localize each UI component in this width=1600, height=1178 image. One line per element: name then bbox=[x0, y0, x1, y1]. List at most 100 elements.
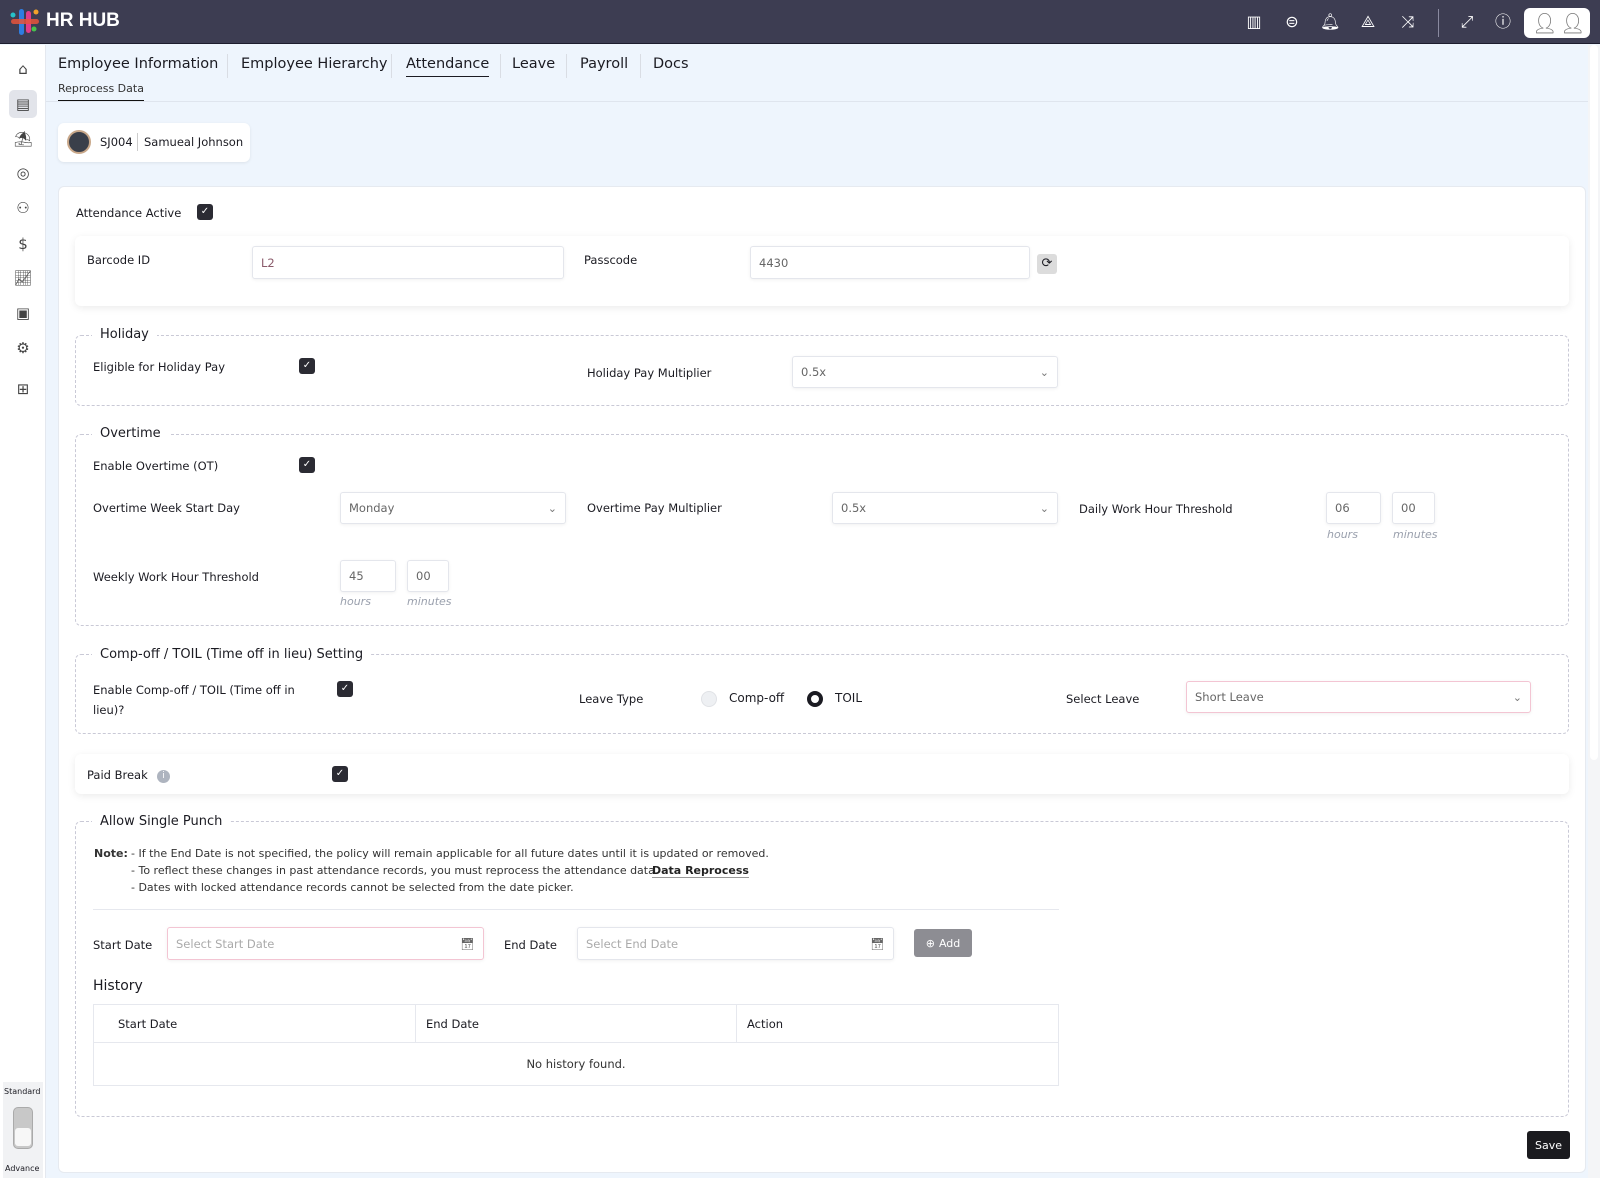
hours-caption: hours bbox=[340, 595, 371, 608]
people-icon[interactable]: ⚇ bbox=[9, 194, 37, 222]
holiday-legend: Holiday bbox=[92, 327, 157, 342]
enable-compoff-label-2: lieu)? bbox=[93, 703, 125, 717]
attendance-active-checkbox[interactable]: ✓ bbox=[197, 204, 213, 220]
apps-icon[interactable]: ⊞ bbox=[9, 375, 37, 403]
barcode-input[interactable]: L2 bbox=[252, 246, 564, 279]
refresh-passcode-button[interactable]: ⟳ bbox=[1037, 254, 1057, 274]
holiday-multiplier-select[interactable]: 0.5x ⌄ bbox=[792, 356, 1058, 388]
mode-toggle[interactable]: Standard Advance bbox=[3, 1082, 43, 1178]
column-action: Action bbox=[736, 1004, 1059, 1043]
note-label: Note: bbox=[94, 847, 128, 860]
tab-employee-hierarchy[interactable]: Employee Hierarchy bbox=[241, 56, 388, 76]
mode-advance-label: Advance bbox=[5, 1164, 40, 1173]
refresh-icon: ⟳ bbox=[1041, 256, 1053, 271]
add-button[interactable]: ⊕ Add bbox=[914, 929, 972, 957]
employee-chip: SJ004 Samueal Johnson bbox=[58, 123, 250, 162]
toggle-switch[interactable] bbox=[13, 1107, 33, 1149]
weekly-threshold-label: Weekly Work Hour Threshold bbox=[93, 570, 259, 584]
enable-compoff-label: Enable Comp-off / TOIL (Time off in bbox=[93, 683, 295, 697]
chart-icon[interactable]: 📈︎ bbox=[9, 264, 37, 292]
compoff-radio-label: Comp-off bbox=[729, 691, 785, 705]
tab-docs[interactable]: Docs bbox=[653, 56, 689, 76]
building-icon[interactable]: ▥ bbox=[1244, 12, 1264, 32]
end-date-label: End Date bbox=[504, 938, 557, 952]
column-start-date: Start Date bbox=[93, 1004, 416, 1043]
enable-ot-checkbox[interactable]: ✓ bbox=[299, 457, 315, 473]
table-row: No history found. bbox=[94, 1043, 1059, 1086]
minutes-caption: minutes bbox=[407, 595, 452, 608]
compoff-legend: Comp-off / TOIL (Time off in lieu) Setti… bbox=[92, 647, 372, 662]
attendance-active-label: Attendance Active bbox=[76, 206, 182, 220]
employee-name: Samueal Johnson bbox=[144, 135, 244, 149]
ot-multiplier-select[interactable]: 0.5x ⌄ bbox=[832, 492, 1058, 524]
holiday-multiplier-label: Holiday Pay Multiplier bbox=[587, 366, 712, 380]
history-heading: History bbox=[93, 978, 143, 994]
note-line-1: - If the End Date is not specified, the … bbox=[131, 847, 769, 860]
calendar-icon[interactable]: 📅︎ bbox=[460, 937, 475, 951]
subtab-reprocess-data[interactable]: Reprocess Data bbox=[58, 82, 144, 102]
paid-break-label: Paid Break bbox=[87, 768, 148, 782]
calendar-icon[interactable]: 📅︎ bbox=[870, 937, 885, 951]
top-bar: HR HUB ▥ ⊜ 🔔︎ ⟁ ⤨ ⤢ ⓘ 👤︎ 👤︎ bbox=[0, 0, 1600, 44]
chevron-down-icon: ⌄ bbox=[1039, 365, 1049, 379]
tab-attendance[interactable]: Attendance bbox=[406, 56, 490, 77]
divider bbox=[93, 909, 1059, 910]
user-avatar-button[interactable]: 👤︎ 👤︎ bbox=[1524, 8, 1590, 38]
week-start-select[interactable]: Monday ⌄ bbox=[340, 492, 566, 524]
tab-payroll[interactable]: Payroll bbox=[580, 56, 628, 76]
toil-radio[interactable] bbox=[807, 691, 823, 707]
fingerprint-icon[interactable]: ◎ bbox=[9, 159, 37, 187]
home-icon[interactable]: ⌂ bbox=[9, 55, 37, 83]
save-button[interactable]: Save bbox=[1527, 1131, 1570, 1159]
daily-hours-input[interactable]: 06 bbox=[1326, 492, 1381, 524]
data-reprocess-link[interactable]: Data Reprocess bbox=[652, 864, 749, 878]
shuffle-icon[interactable]: ⤨ bbox=[1398, 12, 1418, 32]
logo-icon bbox=[10, 9, 39, 35]
help-icon[interactable]: ⓘ bbox=[1493, 12, 1513, 32]
umbrella-icon[interactable]: ⛱︎ bbox=[9, 125, 37, 153]
history-table: Start Date End Date Action No history fo… bbox=[93, 1004, 1059, 1086]
overtime-legend: Overtime bbox=[92, 426, 169, 441]
bell-icon[interactable]: 🔔︎ bbox=[1320, 12, 1340, 32]
enable-compoff-checkbox[interactable]: ✓ bbox=[337, 681, 353, 697]
chat-icon[interactable]: ⊜ bbox=[1282, 12, 1302, 32]
info-icon[interactable]: i bbox=[157, 770, 170, 783]
employee-card-icon[interactable]: ▤ bbox=[9, 90, 37, 118]
fullscreen-icon[interactable]: ⤢ bbox=[1457, 12, 1477, 32]
weekly-hours-input[interactable]: 45 bbox=[340, 560, 396, 592]
note-line-2: - To reflect these changes in past atten… bbox=[131, 864, 659, 877]
paid-break-checkbox[interactable]: ✓ bbox=[332, 766, 348, 782]
ot-multiplier-label: Overtime Pay Multiplier bbox=[587, 501, 722, 515]
toggle-knob bbox=[15, 1128, 31, 1146]
holiday-pay-checkbox[interactable]: ✓ bbox=[299, 358, 315, 374]
settings-hand-icon[interactable]: ⚙ bbox=[9, 334, 37, 362]
scrollbar[interactable] bbox=[1588, 45, 1600, 1178]
share-icon[interactable]: ⟁ bbox=[1358, 12, 1378, 32]
paid-break-panel bbox=[75, 754, 1569, 794]
contact-icon[interactable]: ▣ bbox=[9, 299, 37, 327]
enable-ot-label: Enable Overtime (OT) bbox=[93, 459, 219, 473]
user-icon: 👤︎ bbox=[1560, 11, 1586, 35]
chevron-down-icon: ⌄ bbox=[547, 501, 557, 515]
tab-leave[interactable]: Leave bbox=[512, 56, 555, 76]
barcode-label: Barcode ID bbox=[87, 253, 151, 267]
employee-avatar bbox=[67, 130, 91, 154]
plus-circle-icon: ⊕ bbox=[925, 936, 935, 950]
start-date-input[interactable]: Select Start Date 📅︎ bbox=[167, 927, 484, 960]
user-icon: 👤︎ bbox=[1532, 11, 1558, 35]
tab-employee-information[interactable]: Employee Information bbox=[58, 56, 218, 76]
passcode-input[interactable]: 4430 bbox=[750, 246, 1030, 279]
daily-threshold-label: Daily Work Hour Threshold bbox=[1079, 502, 1233, 516]
dollar-icon[interactable]: $ bbox=[9, 230, 37, 258]
start-date-label: Start Date bbox=[93, 938, 153, 952]
weekly-minutes-input[interactable]: 00 bbox=[407, 560, 449, 592]
end-date-input[interactable]: Select End Date 📅︎ bbox=[577, 927, 894, 960]
passcode-label: Passcode bbox=[584, 253, 638, 267]
daily-minutes-input[interactable]: 00 bbox=[1392, 492, 1435, 524]
note-line-3: - Dates with locked attendance records c… bbox=[131, 881, 574, 894]
compoff-radio[interactable] bbox=[701, 691, 717, 707]
hours-caption: hours bbox=[1327, 528, 1358, 541]
select-leave-dropdown[interactable]: Short Leave ⌄ bbox=[1186, 681, 1531, 713]
chevron-down-icon: ⌄ bbox=[1512, 690, 1522, 704]
sidebar: ⌂ ▤ ⛱︎ ◎ ⚇ $ 📈︎ ▣ ⚙ ⊞ Standard Advance bbox=[0, 45, 46, 1178]
